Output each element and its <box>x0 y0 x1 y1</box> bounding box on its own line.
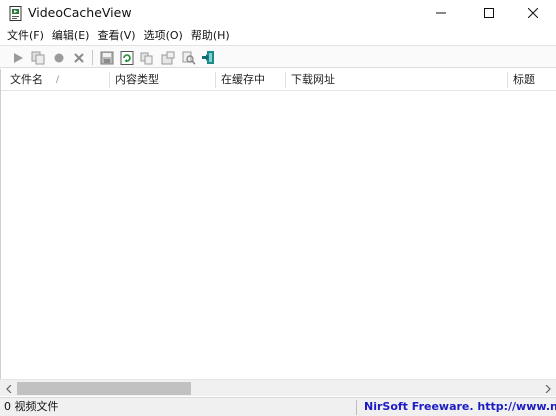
record-button[interactable] <box>50 49 67 66</box>
copy-icon <box>140 52 152 64</box>
scroll-left-button[interactable] <box>0 380 17 397</box>
properties-icon <box>161 51 174 64</box>
close-icon <box>528 8 538 18</box>
horizontal-scrollbar[interactable] <box>0 379 556 396</box>
window-title: VideoCacheView <box>28 5 132 20</box>
delete-button[interactable] <box>70 49 87 66</box>
list-header: 文件名 ∕ 内容类型 在缓存中 下载网址 标题 <box>1 69 556 91</box>
chevron-right-icon <box>545 384 551 393</box>
column-header-title[interactable]: 标题 <box>507 69 556 91</box>
menu-help[interactable]: 帮助(H) <box>187 27 234 44</box>
status-bar: 0 视频文件 NirSoft Freeware. http://www.nirs… <box>0 397 556 416</box>
sort-indicator-icon: ∕ <box>56 75 60 85</box>
play-icon <box>13 52 23 63</box>
chevron-left-icon <box>5 384 11 393</box>
find-button[interactable] <box>180 49 197 66</box>
column-header-content-type[interactable]: 内容类型 <box>109 69 215 91</box>
title-bar[interactable]: VideoCacheView <box>0 0 556 26</box>
refresh-button[interactable] <box>118 49 135 66</box>
menu-view[interactable]: 查看(V) <box>93 27 139 44</box>
copy-files-button[interactable] <box>29 49 46 66</box>
status-divider <box>356 400 357 415</box>
column-header-label: 文件名 <box>10 73 43 86</box>
exit-button[interactable] <box>200 49 217 66</box>
video-list[interactable]: 文件名 ∕ 内容类型 在缓存中 下载网址 标题 <box>0 69 556 379</box>
item-count: 0 视频文件 <box>4 400 59 413</box>
record-icon <box>54 53 63 62</box>
maximize-button[interactable] <box>466 0 512 26</box>
toolbar-separator <box>92 50 93 65</box>
save-icon <box>100 51 113 64</box>
refresh-icon <box>120 50 133 65</box>
column-header-download-url[interactable]: 下载网址 <box>285 69 507 91</box>
close-button[interactable] <box>510 0 556 26</box>
column-header-filename[interactable]: 文件名 ∕ <box>4 69 109 91</box>
copy-button[interactable] <box>138 49 155 66</box>
minimize-button[interactable] <box>418 0 464 26</box>
save-button[interactable] <box>98 49 115 66</box>
menu-file[interactable]: 文件(F) <box>3 27 48 44</box>
nirsoft-link[interactable]: NirSoft Freeware. http://www.nirsoft.net <box>364 398 556 416</box>
app-icon <box>9 6 23 21</box>
app-window: VideoCacheView 文件(F) 编辑(E) 查看(V) 选项(O) 帮… <box>0 0 556 416</box>
scroll-right-button[interactable] <box>539 380 556 397</box>
copy-files-icon <box>31 51 44 64</box>
exit-icon <box>202 51 214 64</box>
menu-bar: 文件(F) 编辑(E) 查看(V) 选项(O) 帮助(H) <box>0 26 556 45</box>
play-button[interactable] <box>9 49 26 66</box>
find-icon <box>182 51 196 65</box>
properties-button[interactable] <box>159 49 176 66</box>
maximize-icon <box>484 8 494 18</box>
toolbar <box>0 45 556 68</box>
column-header-in-cache[interactable]: 在缓存中 <box>215 69 285 91</box>
delete-icon <box>73 52 84 63</box>
minimize-icon <box>436 12 446 14</box>
menu-options[interactable]: 选项(O) <box>140 27 187 44</box>
scrollbar-thumb[interactable] <box>17 382 191 395</box>
menu-edit[interactable]: 编辑(E) <box>48 27 94 44</box>
